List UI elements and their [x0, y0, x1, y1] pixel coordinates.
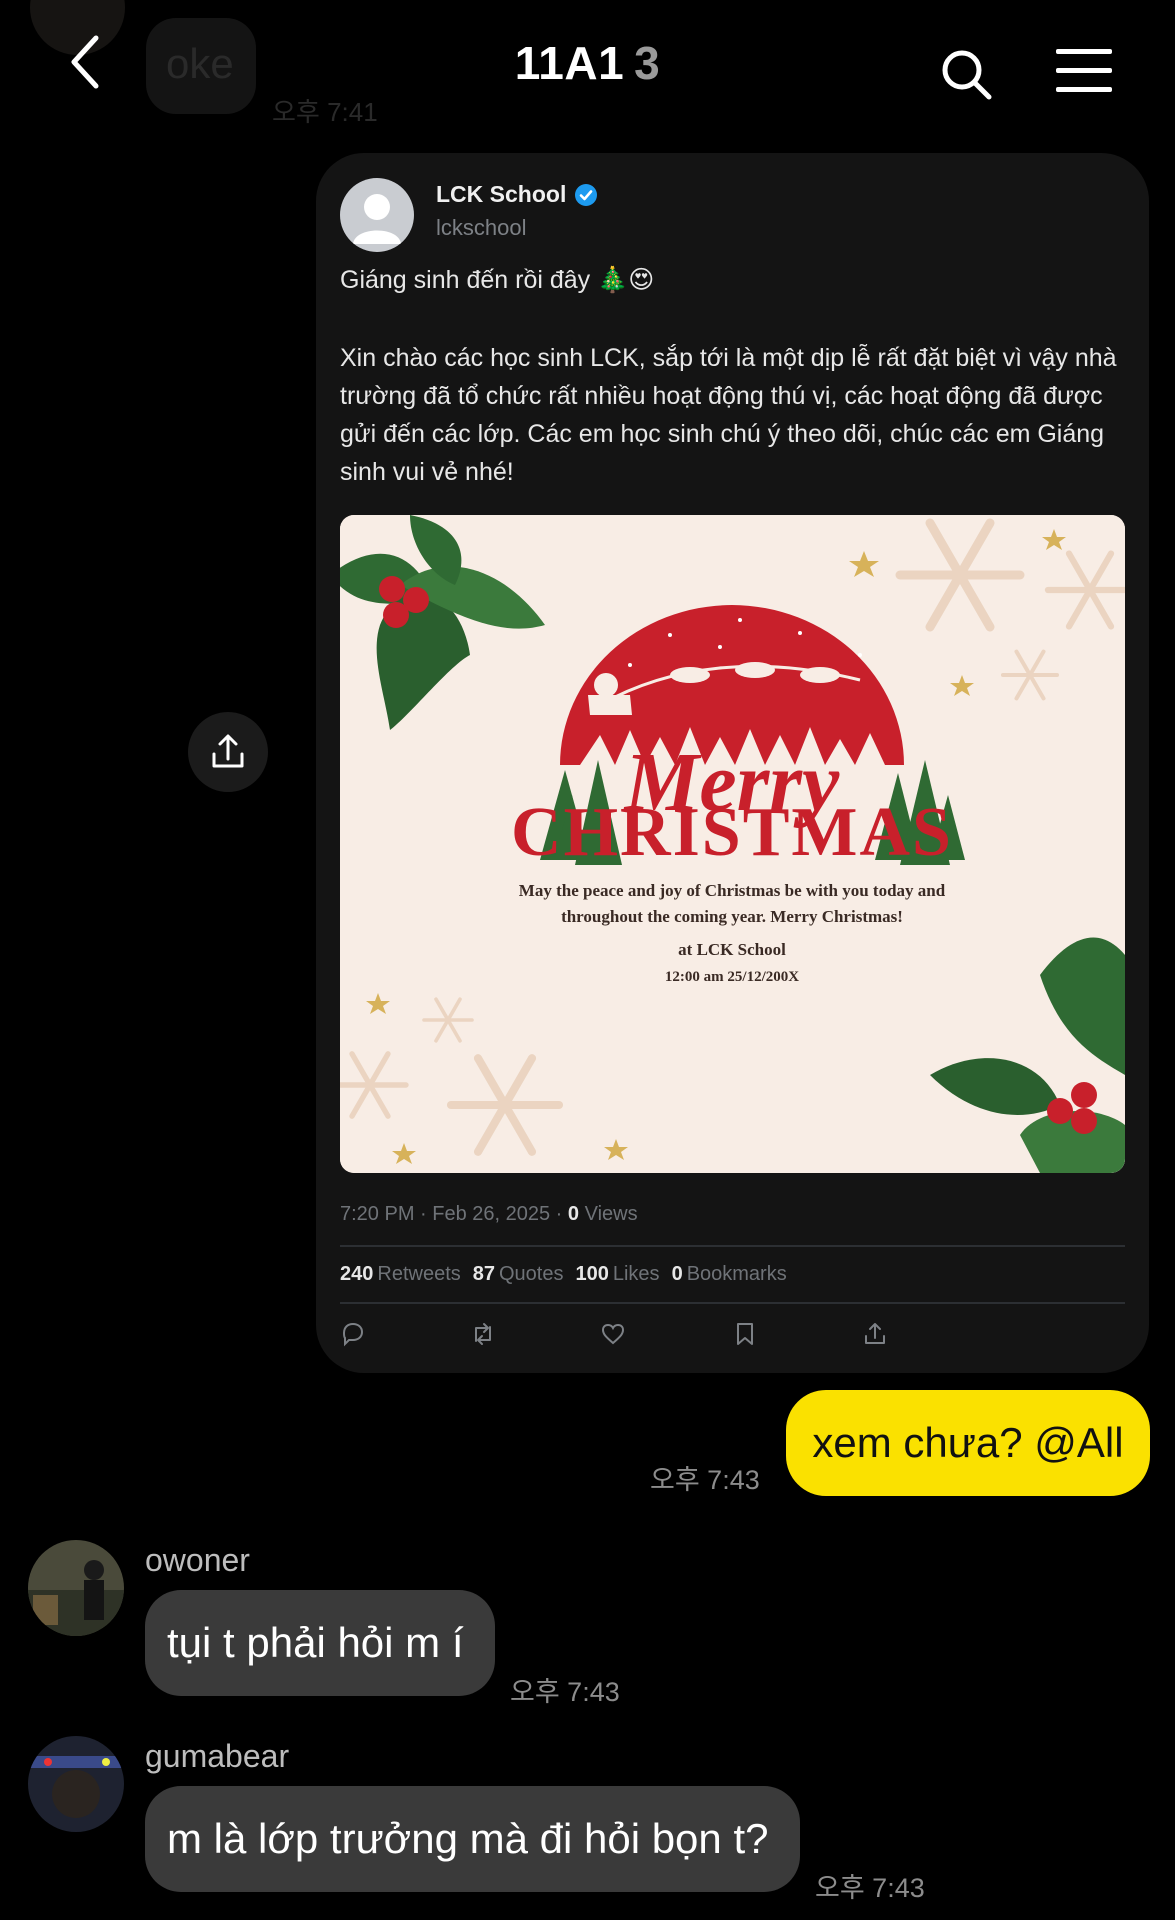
search-icon: [942, 50, 992, 100]
stat-label: Quotes: [499, 1263, 564, 1285]
reply-icon: [342, 1322, 364, 1347]
stat-likes[interactable]: 100 Likes: [575, 1263, 659, 1286]
user-photo-avatar: [28, 1736, 124, 1832]
tweet-share-button[interactable]: [862, 1321, 892, 1351]
avatar[interactable]: [28, 1540, 124, 1636]
author-name-text: LCK School: [436, 181, 567, 207]
sender-name: owoner: [145, 1542, 250, 1578]
tweet-text-heading: Giáng sinh đến rồi đây 🎄😍: [340, 266, 655, 294]
stat-label: Bookmarks: [686, 1263, 787, 1285]
other-message-bubble[interactable]: tụi t phải hỏi m í: [145, 1590, 495, 1696]
room-name: 11A1: [514, 37, 625, 89]
previous-message-time: 오후 7:41: [272, 97, 378, 127]
heart-icon: [601, 1323, 625, 1345]
chat-header: oke 오후 7:41 11A1 3: [0, 0, 1175, 130]
tweet-timestamp: 7:20 PM · Feb 26, 2025 ·: [340, 1203, 563, 1225]
stat-retweets[interactable]: 240 Retweets: [340, 1263, 461, 1286]
verified-badge-icon: [575, 183, 598, 206]
sender-name: gumabear: [145, 1738, 290, 1774]
stat-count: 100: [575, 1263, 609, 1285]
tweet-action-bar: [340, 1321, 1125, 1357]
christmas-text: CHRISTMAS: [511, 794, 953, 871]
reply-button[interactable]: [340, 1321, 370, 1351]
tweet-image[interactable]: Merry CHRISTMAS May the peace and joy of…: [340, 515, 1125, 1173]
share-icon: [865, 1323, 885, 1344]
share-icon: [212, 734, 244, 768]
like-button[interactable]: [600, 1321, 630, 1351]
divider: [340, 1245, 1125, 1247]
other-message-bubble[interactable]: m là lớp trưởng mà đi hỏi bọn t?: [145, 1786, 800, 1892]
search-button[interactable]: [938, 46, 994, 102]
card-message-line1: May the peace and joy of Christmas be wi…: [519, 881, 946, 900]
retweet-icon: [475, 1323, 491, 1345]
message-time: 오후 7:43: [510, 1677, 620, 1707]
menu-button[interactable]: [1054, 46, 1114, 96]
card-message-line2: throughout the coming year. Merry Christ…: [561, 907, 903, 926]
stat-bookmarks[interactable]: 0 Bookmarks: [672, 1263, 787, 1286]
avatar[interactable]: [28, 1736, 124, 1832]
tweet-stats: 240 Retweets 87 Quotes 100 Likes 0 Bookmarks: [340, 1263, 787, 1286]
user-photo-avatar: [28, 1540, 124, 1636]
message-text: xem chưa? @All: [812, 1419, 1124, 1466]
default-avatar-icon: [353, 194, 401, 244]
hamburger-menu-icon: [1056, 49, 1112, 92]
message-text: m là lớp trưởng mà đi hỏi bọn t?: [167, 1815, 769, 1862]
stat-label: Likes: [612, 1263, 660, 1285]
tweet-text-body: Xin chào các học sinh LCK, sắp tới là mộ…: [340, 344, 1117, 486]
stat-count: 87: [472, 1263, 495, 1285]
divider: [340, 1302, 1125, 1304]
card-datetime: 12:00 am 25/12/200X: [665, 969, 799, 985]
message-text: tụi t phải hỏi m í: [167, 1619, 464, 1666]
share-message-button[interactable]: [188, 712, 268, 792]
bookmark-icon: [737, 1323, 753, 1345]
christmas-card-graphic: Merry CHRISTMAS May the peace and joy of…: [340, 515, 1125, 1173]
stat-count: 0: [671, 1263, 683, 1285]
bookmark-button[interactable]: [732, 1321, 762, 1351]
card-venue: at LCK School: [678, 940, 786, 959]
views-label: Views: [584, 1203, 638, 1225]
member-count: 3: [634, 37, 661, 89]
chat-title: 11A1 3: [0, 36, 1175, 90]
stat-quotes[interactable]: 87 Quotes: [473, 1263, 564, 1286]
tweet-author-name[interactable]: LCK School: [436, 181, 598, 208]
tweet-author-avatar[interactable]: [340, 178, 414, 252]
stat-label: Retweets: [377, 1263, 461, 1285]
views-count: 0: [567, 1203, 580, 1225]
tweet-author-handle: lckschool: [436, 215, 527, 240]
stat-count: 240: [340, 1263, 374, 1285]
retweet-button[interactable]: [470, 1321, 500, 1351]
tweet-meta: 7:20 PM · Feb 26, 2025 · 0 Views: [340, 1203, 638, 1226]
message-time: 오후 7:43: [815, 1873, 925, 1903]
message-time: 오후 7:43: [650, 1465, 760, 1495]
shared-tweet-card[interactable]: LCK School lckschool Giáng sinh đến rồi …: [316, 153, 1149, 1373]
my-message-bubble[interactable]: xem chưa? @All: [786, 1390, 1150, 1496]
